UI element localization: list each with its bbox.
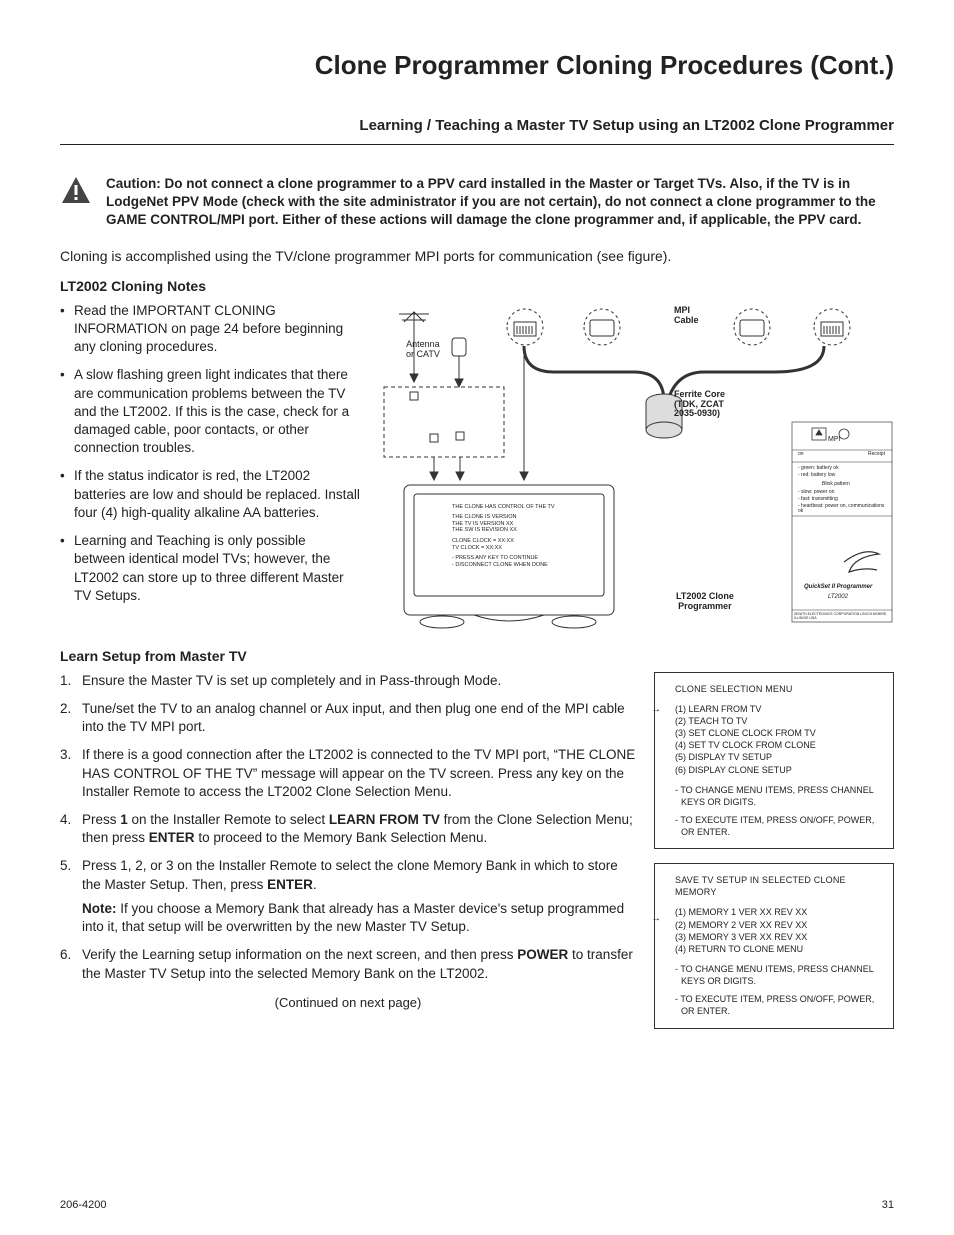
arrow-icon: → xyxy=(651,703,661,717)
menu-item: (2) TEACH TO TV xyxy=(675,715,881,727)
figure-label-lt2002: LT2002 CloneProgrammer xyxy=(676,592,734,612)
tv-line: - PRESS ANY KEY TO CONTINUE xyxy=(452,555,555,562)
prog-label: - red: battery low xyxy=(798,473,835,479)
menu-item: (4) SET TV CLOCK FROM CLONE xyxy=(675,739,881,751)
list-item: If there is a good connection after the … xyxy=(60,746,636,801)
caution-block: Caution: Do not connect a clone programm… xyxy=(60,175,894,230)
continued-text: (Continued on next page) xyxy=(60,995,636,1010)
tv-line: THE CLONE IS VERSION xyxy=(452,514,555,521)
prog-label: Receipt xyxy=(868,452,885,458)
menu-item: (6) DISPLAY CLONE SETUP xyxy=(675,764,881,776)
tv-line: THE TV IS VERSION XX xyxy=(452,521,555,528)
tv-line: CLONE CLOCK = XX:XX xyxy=(452,538,555,545)
list-item: Ensure the Master TV is set up completel… xyxy=(60,672,636,690)
tv-screen-text: THE CLONE HAS CONTROL OF THE TV THE CLON… xyxy=(452,504,555,569)
clone-selection-menu: CLONE SELECTION MENU → (1) LEARN FROM TV… xyxy=(654,672,894,850)
tv-line: TV CLOCK = XX:XX xyxy=(452,545,555,552)
figure-label-mpi: MPI xyxy=(828,436,840,444)
steps-list: Ensure the Master TV is set up completel… xyxy=(60,672,636,983)
figure-label-quickset: QuickSet II Programmer xyxy=(804,584,872,591)
list-item: Read the IMPORTANT CLONING INFORMATION o… xyxy=(60,302,360,357)
prog-label: - heartbeat: power on, communications ok xyxy=(798,504,890,515)
tv-line: THE CLONE HAS CONTROL OF THE TV xyxy=(452,504,555,511)
list-item: Verify the Learning setup information on… xyxy=(60,946,636,982)
menu-item: (3) MEMORY 3 VER XX REV XX xyxy=(675,931,881,943)
menu-title: SAVE TV SETUP IN SELECTED CLONE MEMORY xyxy=(675,874,881,898)
notes-heading: LT2002 Cloning Notes xyxy=(60,278,894,294)
subtitle: Learning / Teaching a Master TV Setup us… xyxy=(60,117,894,145)
menu-item: (3) SET CLONE CLOCK FROM TV xyxy=(675,727,881,739)
arrow-icon: → xyxy=(651,912,661,926)
tv-line: THE SW IS REVISION XX xyxy=(452,527,555,534)
footer-page-number: 31 xyxy=(882,1199,894,1211)
figure-label-zenith: ZENITH ELECTRONICS CORPORATION LINCOLNSH… xyxy=(794,613,892,621)
figure-label-ferrite: Ferrite Core(TDK, ZCAT2035-0930) xyxy=(674,390,725,420)
wiring-figure: Antennaor CATV MPICable Ferrite Core(TDK… xyxy=(374,302,894,642)
notes-list: Read the IMPORTANT CLONING INFORMATION o… xyxy=(60,302,360,605)
caution-text: Caution: Do not connect a clone programm… xyxy=(106,175,894,230)
list-item: Learning and Teaching is only possible b… xyxy=(60,532,360,605)
tv-line: - DISCONNECT CLONE WHEN DONE xyxy=(452,562,555,569)
list-item: Press 1 on the Installer Remote to selec… xyxy=(60,811,636,847)
list-item: A slow flashing green light indicates th… xyxy=(60,366,360,457)
warning-icon xyxy=(60,175,92,210)
intro-text: Cloning is accomplished using the TV/clo… xyxy=(60,248,894,264)
menu-item: (1) LEARN FROM TV xyxy=(675,703,881,715)
page-title: Clone Programmer Cloning Procedures (Con… xyxy=(60,50,894,81)
list-item: If the status indicator is red, the LT20… xyxy=(60,467,360,522)
prog-label: - green: battery ok xyxy=(798,466,839,472)
menu-hint: - TO CHANGE MENU ITEMS, PRESS CHANNEL KE… xyxy=(675,784,881,808)
prog-label: on xyxy=(798,452,804,458)
menu-item: (1) MEMORY 1 VER XX REV XX xyxy=(675,906,881,918)
prog-label: - fast: transmitting xyxy=(798,497,838,503)
page-footer: 206-4200 31 xyxy=(60,1199,894,1211)
footer-doc-number: 206-4200 xyxy=(60,1199,107,1211)
list-item: Tune/set the TV to an analog channel or … xyxy=(60,700,636,736)
menu-hint: - TO EXECUTE ITEM, PRESS ON/OFF, POWER, … xyxy=(675,993,881,1017)
menu-item: (4) RETURN TO CLONE MENU xyxy=(675,943,881,955)
menu-item: (5) DISPLAY TV SETUP xyxy=(675,751,881,763)
save-setup-menu: SAVE TV SETUP IN SELECTED CLONE MEMORY →… xyxy=(654,863,894,1028)
prog-label: - slow: power on xyxy=(798,490,834,496)
figure-label-antenna: Antennaor CATV xyxy=(406,340,440,360)
menu-title: CLONE SELECTION MENU xyxy=(675,683,881,695)
figure-label-quickset-model: LT2002 xyxy=(828,594,848,601)
learn-heading: Learn Setup from Master TV xyxy=(60,648,894,664)
menu-item: (2) MEMORY 2 VER XX REV XX xyxy=(675,919,881,931)
list-item: Press 1, 2, or 3 on the Installer Remote… xyxy=(60,857,636,936)
menu-hint: - TO CHANGE MENU ITEMS, PRESS CHANNEL KE… xyxy=(675,963,881,987)
figure-label-mpi-cable: MPICable xyxy=(674,306,699,326)
prog-label: Blink pattern xyxy=(822,482,850,488)
menu-hint: - TO EXECUTE ITEM, PRESS ON/OFF, POWER, … xyxy=(675,814,881,838)
